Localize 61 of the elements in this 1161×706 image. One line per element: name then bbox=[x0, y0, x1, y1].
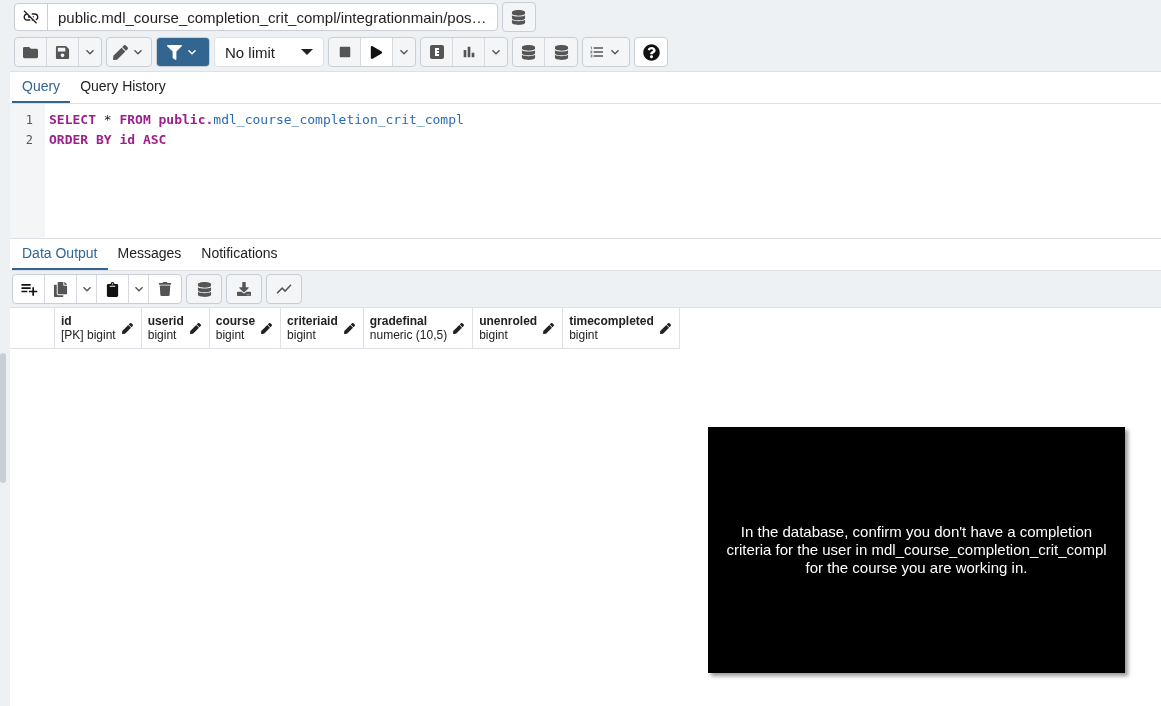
output-tab[interactable]: Notifications bbox=[191, 239, 288, 270]
column-name: course bbox=[215, 314, 256, 328]
column-type: bigint bbox=[147, 328, 178, 342]
column-name: criteriaid bbox=[287, 314, 338, 328]
column-type: [PK] bigint bbox=[61, 328, 116, 342]
database-icon bbox=[196, 281, 212, 297]
database-undo-icon bbox=[553, 44, 569, 60]
dropdown-icon bbox=[301, 49, 313, 55]
pen-icon[interactable] bbox=[121, 322, 133, 334]
download-icon bbox=[237, 282, 251, 296]
connection-bar[interactable]: public.mdl_course_completion_crit_compl/integrationmain/pos… bbox=[14, 3, 498, 31]
column-type: numeric (10,5) bbox=[369, 328, 448, 342]
list-icon bbox=[589, 44, 605, 60]
database-check-icon bbox=[521, 44, 536, 60]
copy-icon bbox=[53, 281, 68, 297]
output-tab[interactable]: Messages bbox=[107, 239, 192, 270]
column-name: userid bbox=[147, 314, 184, 328]
unlink-icon bbox=[22, 8, 40, 26]
trash-icon bbox=[158, 282, 172, 296]
column-name: id bbox=[61, 314, 73, 328]
connection-title: public.mdl_course_completion_crit_compl/integrationmain/pos… bbox=[57, 7, 488, 28]
limit-select[interactable]: No limit bbox=[214, 37, 324, 67]
run-button[interactable] bbox=[361, 38, 393, 66]
code-line: SELECT * FROM public.mdl_course_completion_crit_compl bbox=[49, 111, 465, 129]
database-icon bbox=[511, 9, 527, 25]
pen-icon[interactable] bbox=[543, 322, 555, 334]
code-line: ORDER BY id ASC bbox=[49, 131, 168, 149]
column-name: gradefinal bbox=[369, 314, 429, 328]
filter-button[interactable] bbox=[157, 38, 209, 66]
column-name: timecompleted bbox=[569, 314, 654, 328]
column-type: bigint bbox=[479, 328, 509, 342]
column-header[interactable]: userid bigint bbox=[141, 308, 210, 348]
column-type: bigint bbox=[215, 328, 246, 342]
instruction-note: In the database, confirm you don't have a completion criteria for the user in mdl_course_completion_crit_compl for the course you are working in. bbox=[708, 427, 1125, 673]
column-header[interactable]: timecompleted bigint bbox=[563, 308, 680, 348]
folder-icon bbox=[23, 44, 38, 60]
column-type: bigint bbox=[287, 328, 317, 342]
save-icon bbox=[55, 44, 70, 60]
pen-icon[interactable] bbox=[659, 322, 671, 334]
pen-icon bbox=[112, 44, 128, 60]
filter-icon bbox=[166, 44, 182, 60]
column-type: bigint bbox=[569, 328, 599, 342]
resize-handle[interactable] bbox=[0, 353, 6, 483]
line-number: 1 bbox=[24, 112, 34, 129]
query-tab[interactable]: Query History bbox=[70, 72, 176, 103]
column-header[interactable]: unenroled bigint bbox=[473, 308, 564, 348]
column-name: unenroled bbox=[479, 314, 538, 328]
column-header[interactable]: id [PK] bigint bbox=[55, 308, 142, 348]
pen-icon[interactable] bbox=[453, 322, 465, 334]
pen-icon[interactable] bbox=[189, 322, 201, 334]
line-number: 2 bbox=[24, 132, 34, 149]
help-icon bbox=[642, 43, 660, 61]
column-header[interactable]: course bigint bbox=[209, 308, 282, 348]
pen-icon[interactable] bbox=[343, 322, 355, 334]
explain-icon bbox=[429, 45, 444, 59]
pen-icon[interactable] bbox=[261, 322, 273, 334]
column-header[interactable]: gradefinal numeric (10,5) bbox=[363, 308, 474, 348]
stop-icon bbox=[338, 46, 351, 58]
column-header[interactable]: criteriaid bigint bbox=[281, 308, 364, 348]
play-icon bbox=[370, 45, 383, 59]
clipboard-icon bbox=[105, 281, 120, 297]
